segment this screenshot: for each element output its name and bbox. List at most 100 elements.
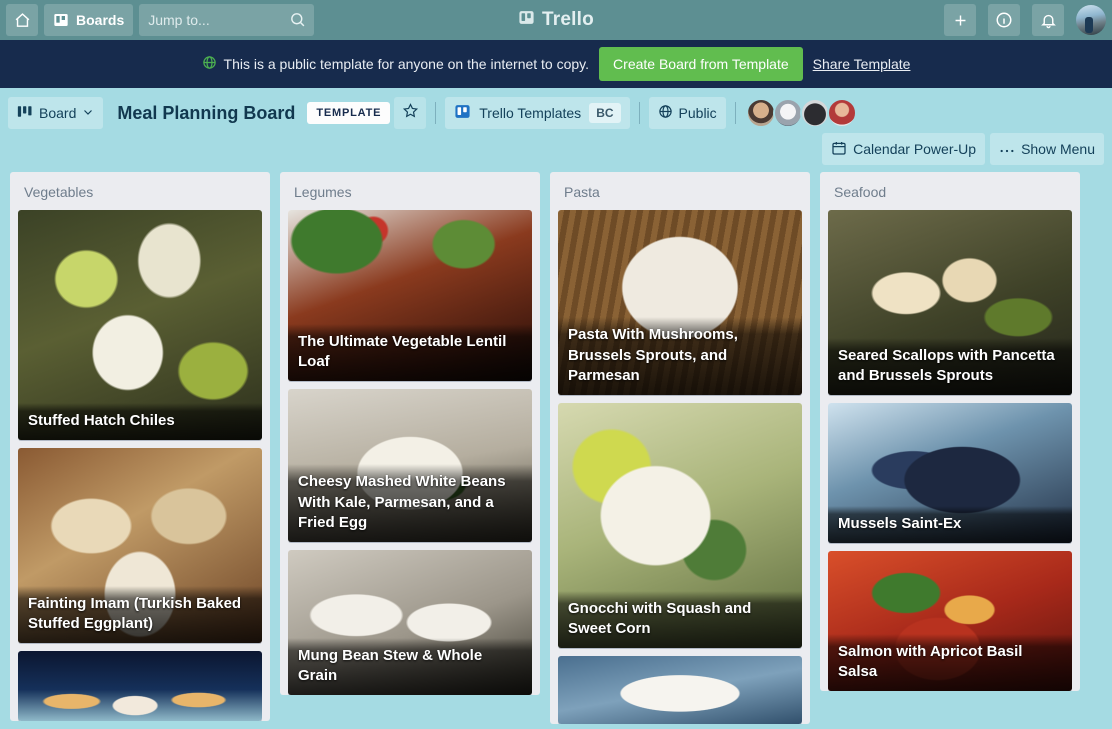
card-cover-image: Gnocchi with Squash and Sweet Corn: [558, 403, 802, 648]
board-list[interactable]: Seafood Seared Scallops with Pancetta and…: [820, 172, 1080, 691]
search-input[interactable]: Jump to...: [139, 4, 315, 36]
card-cover-image: [558, 656, 802, 724]
board-card[interactable]: Cheesy Mashed White Beans With Kale, Par…: [288, 389, 532, 542]
member-avatar[interactable]: [799, 98, 830, 128]
board-card[interactable]: wsxdn.comSalmon with Apricot Basil Salsa: [828, 551, 1072, 691]
card-cover-image: Mussels Saint-Ex: [828, 403, 1072, 543]
info-button[interactable]: [988, 4, 1020, 36]
template-badge[interactable]: TEMPLATE: [307, 102, 391, 124]
header-divider: [734, 102, 736, 124]
card-title: Mung Bean Stew & Whole Grain: [288, 637, 532, 695]
board-card[interactable]: Stuffed Hatch Chiles: [18, 210, 262, 440]
list-title[interactable]: Legumes: [288, 180, 532, 210]
add-button[interactable]: [944, 4, 976, 36]
card-cover-image: Seared Scallops with Pancetta and Brusse…: [828, 210, 1072, 395]
show-menu-label: Show Menu: [1021, 141, 1095, 157]
card-cover-image: The Ultimate Vegetable Lentil Loaf: [288, 210, 532, 381]
list-title[interactable]: Seafood: [828, 180, 1072, 210]
board-grid-icon: [53, 12, 69, 28]
card-title: Salmon with Apricot Basil Salsa: [828, 633, 1072, 691]
home-button[interactable]: [6, 4, 38, 36]
board-view-switcher[interactable]: Board: [8, 97, 104, 129]
board-card[interactable]: The Ultimate Vegetable Lentil Loaf: [288, 210, 532, 381]
member-avatar[interactable]: [772, 98, 803, 128]
board-card[interactable]: Gnocchi with Squash and Sweet Corn: [558, 403, 802, 648]
create-board-from-template-button[interactable]: Create Board from Template: [599, 47, 803, 81]
public-template-banner: This is a public template for anyone on …: [0, 40, 1112, 88]
list-cards: Pasta With Mushrooms, Brussels Sprouts, …: [558, 210, 802, 724]
calendar-icon: [831, 140, 847, 159]
page-title[interactable]: Meal Planning Board: [107, 103, 303, 124]
card-cover-image: Cheesy Mashed White Beans With Kale, Par…: [288, 389, 532, 542]
board-card[interactable]: Mussels Saint-Ex: [828, 403, 1072, 543]
board-card[interactable]: Pasta With Mushrooms, Brussels Sprouts, …: [558, 210, 802, 395]
card-title: Gnocchi with Squash and Sweet Corn: [558, 590, 802, 648]
top-navigation-bar: Boards Jump to... Trello: [0, 0, 1112, 40]
boards-label: Boards: [76, 12, 125, 28]
list-cards: Stuffed Hatch Chiles Fainting Imam (Turki…: [18, 210, 262, 721]
list-title[interactable]: Pasta: [558, 180, 802, 210]
board-view-icon: [17, 105, 33, 121]
chevron-down-icon: [82, 105, 94, 121]
card-title: Stuffed Hatch Chiles: [18, 402, 262, 440]
show-menu-button[interactable]: Show Menu: [990, 133, 1104, 165]
share-template-link[interactable]: Share Template: [813, 56, 911, 72]
user-avatar[interactable]: [1076, 5, 1106, 35]
list-cards: The Ultimate Vegetable Lentil Loaf Cheesy…: [288, 210, 532, 695]
header-divider: [638, 102, 640, 124]
board-members: [745, 98, 857, 128]
card-cover-image: Fainting Imam (Turkish Baked Stuffed Egg…: [18, 448, 262, 643]
search-icon: [289, 11, 306, 31]
member-avatar[interactable]: [745, 98, 776, 128]
brand-label: Trello: [542, 9, 594, 30]
globe-icon: [202, 55, 217, 73]
board-list[interactable]: Legumes The Ultimate Vegetable Lentil Loa…: [280, 172, 540, 695]
board-header: Board Meal Planning Board TEMPLATE Trell…: [0, 88, 1112, 132]
notifications-button[interactable]: [1032, 4, 1064, 36]
board-view-label: Board: [39, 105, 77, 121]
card-title: Fainting Imam (Turkish Baked Stuffed Egg…: [18, 585, 262, 643]
banner-message: This is a public template for anyone on …: [223, 56, 590, 72]
banner-message-group: This is a public template for anyone on …: [202, 55, 590, 73]
member-avatar[interactable]: [826, 98, 857, 128]
board-card[interactable]: Fainting Imam (Turkish Baked Stuffed Egg…: [18, 448, 262, 643]
workspace-label: Trello Templates: [479, 105, 582, 121]
card-cover-image: Salmon with Apricot Basil Salsa: [828, 551, 1072, 691]
board-card[interactable]: Seared Scallops with Pancetta and Brusse…: [828, 210, 1072, 395]
board-header-actions: Calendar Power-Up Show Menu: [0, 132, 1112, 166]
card-cover-image: Pasta With Mushrooms, Brussels Sprouts, …: [558, 210, 802, 395]
board-card[interactable]: [18, 651, 262, 721]
boards-button[interactable]: Boards: [44, 4, 134, 36]
globe-icon: [658, 104, 673, 122]
bell-icon: [1040, 12, 1057, 29]
workspace-badge: BC: [589, 103, 621, 123]
card-title: Pasta With Mushrooms, Brussels Sprouts, …: [558, 317, 802, 395]
calendar-powerup-label: Calendar Power-Up: [853, 141, 977, 157]
board-list[interactable]: Pasta Pasta With Mushrooms, Brussels Spro…: [550, 172, 810, 724]
top-nav-actions: [944, 4, 1106, 36]
visibility-button[interactable]: Public: [648, 97, 726, 129]
board-list[interactable]: Vegetables Stuffed Hatch Chiles Fainting I…: [10, 172, 270, 721]
board-lists-container[interactable]: Vegetables Stuffed Hatch Chiles Fainting I…: [0, 166, 1112, 729]
board-card[interactable]: [558, 656, 802, 724]
search-placeholder: Jump to...: [148, 12, 210, 28]
card-cover-image: Mung Bean Stew & Whole Grain: [288, 550, 532, 695]
card-cover-image: [18, 651, 262, 721]
calendar-powerup-button[interactable]: Calendar Power-Up: [822, 133, 986, 165]
star-board-button[interactable]: [394, 97, 427, 129]
header-divider: [435, 102, 437, 124]
card-title: The Ultimate Vegetable Lentil Loaf: [288, 323, 532, 381]
board-card[interactable]: Mung Bean Stew & Whole Grain: [288, 550, 532, 695]
workspace-button[interactable]: Trello Templates BC: [445, 97, 630, 129]
ellipsis-icon: [999, 141, 1015, 157]
trello-logo-icon: [454, 103, 471, 123]
visibility-label: Public: [678, 105, 717, 121]
card-cover-image: Stuffed Hatch Chiles: [18, 210, 262, 440]
trello-logo-icon: [518, 9, 535, 32]
trello-brand: Trello: [491, 9, 621, 32]
home-icon: [14, 12, 31, 29]
list-title[interactable]: Vegetables: [18, 180, 262, 210]
card-title: Seared Scallops with Pancetta and Brusse…: [828, 337, 1072, 395]
card-title: Mussels Saint-Ex: [828, 505, 1072, 543]
star-icon: [402, 102, 419, 124]
